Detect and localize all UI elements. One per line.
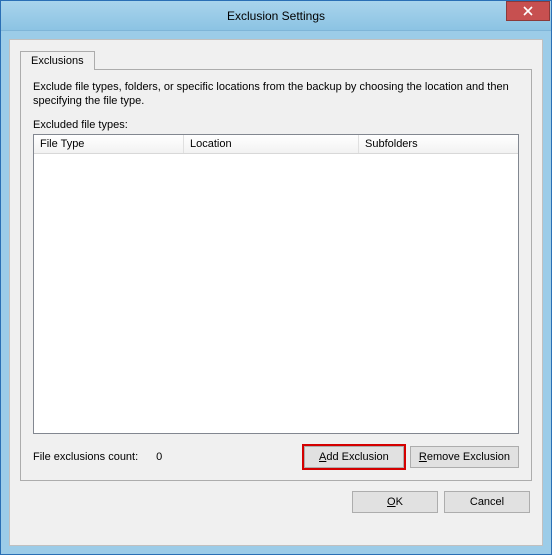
column-file-type[interactable]: File Type bbox=[34, 135, 184, 153]
tabs-row: Exclusions bbox=[20, 50, 532, 69]
content-frame: Exclusions Exclude file types, folders, … bbox=[9, 39, 543, 546]
remove-exclusion-button[interactable]: Remove Exclusion bbox=[410, 446, 519, 468]
close-icon bbox=[523, 6, 533, 16]
count-value: 0 bbox=[156, 451, 162, 463]
column-subfolders[interactable]: Subfolders bbox=[359, 135, 518, 153]
tab-exclusions[interactable]: Exclusions bbox=[20, 51, 95, 70]
ok-button[interactable]: OK bbox=[352, 491, 438, 513]
cancel-button[interactable]: Cancel bbox=[444, 491, 530, 513]
listview-header: File Type Location Subfolders bbox=[34, 135, 518, 154]
column-location[interactable]: Location bbox=[184, 135, 359, 153]
tab-panel: Exclude file types, folders, or specific… bbox=[20, 69, 532, 481]
titlebar: Exclusion Settings bbox=[1, 1, 551, 31]
count-label: File exclusions count: bbox=[33, 451, 138, 463]
description-text: Exclude file types, folders, or specific… bbox=[33, 80, 519, 109]
dialog-buttons: OK Cancel bbox=[20, 491, 532, 513]
dialog-window: Exclusion Settings Exclusions Exclude fi… bbox=[0, 0, 552, 555]
panel-footer: File exclusions count: 0 Add Exclusion R… bbox=[33, 446, 519, 468]
tab-control: Exclusions Exclude file types, folders, … bbox=[20, 50, 532, 481]
listview-body bbox=[34, 154, 518, 433]
window-title: Exclusion Settings bbox=[1, 9, 551, 23]
close-button[interactable] bbox=[506, 1, 550, 21]
add-exclusion-button[interactable]: Add Exclusion bbox=[304, 446, 404, 468]
list-label: Excluded file types: bbox=[33, 119, 519, 131]
excluded-types-listview[interactable]: File Type Location Subfolders bbox=[33, 134, 519, 434]
